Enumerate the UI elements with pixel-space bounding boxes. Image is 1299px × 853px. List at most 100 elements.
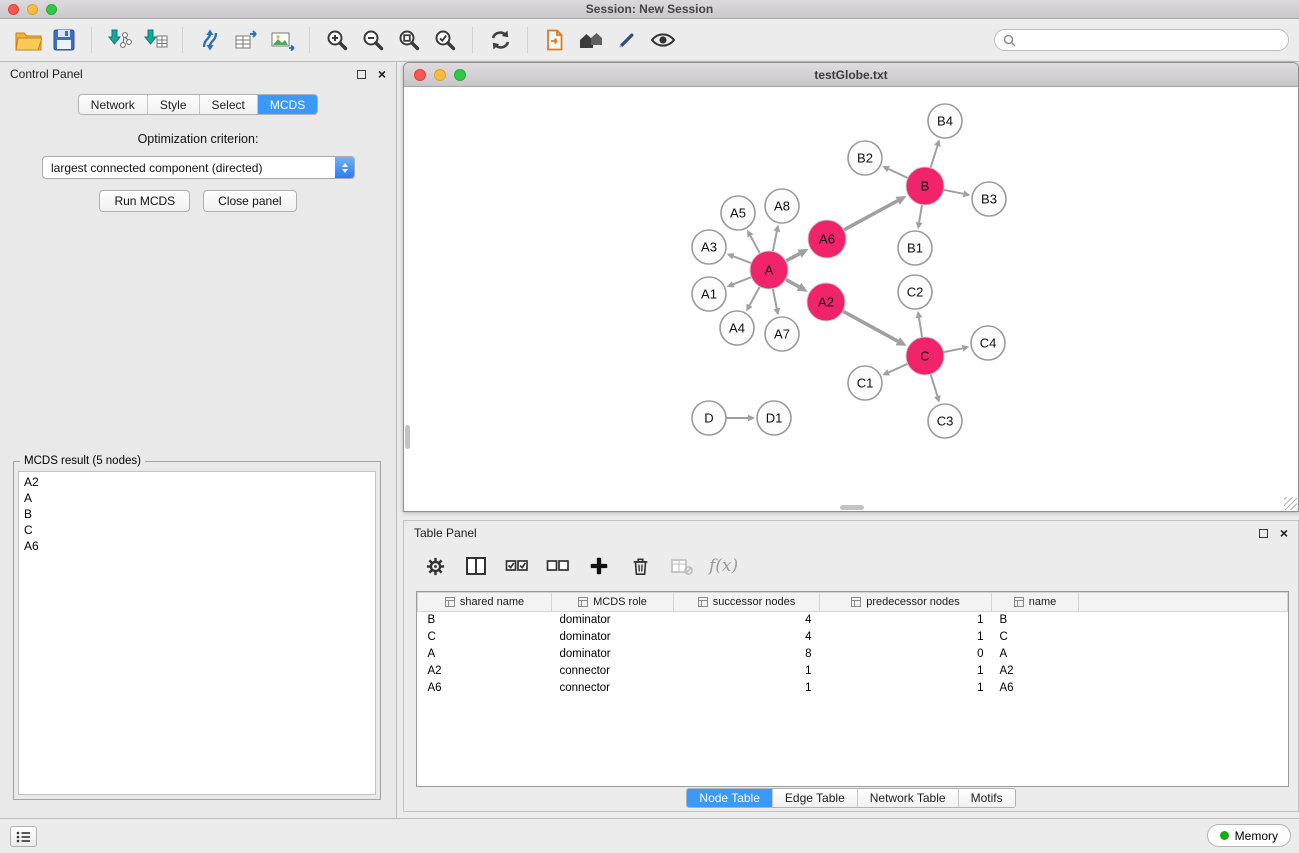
zoom-window-button[interactable] — [46, 4, 57, 15]
graph-node-B2[interactable]: B2 — [848, 141, 882, 175]
graph-edge-A-A4[interactable] — [750, 287, 760, 306]
graph-node-A5[interactable]: A5 — [721, 196, 755, 230]
graph-node-C[interactable]: C — [906, 337, 944, 375]
vertical-scrollbar-thumb[interactable] — [405, 425, 410, 449]
column-header[interactable]: name — [992, 593, 1079, 612]
close-table-panel-icon[interactable]: × — [1280, 526, 1288, 540]
duplicate-network-button[interactable] — [537, 22, 573, 58]
graph-edge-A6-B[interactable] — [844, 201, 898, 230]
mcds-result-item[interactable]: B — [19, 506, 375, 522]
graph-node-D[interactable]: D — [692, 401, 726, 435]
import-network-button[interactable] — [101, 22, 137, 58]
zoom-network-button[interactable] — [454, 69, 466, 81]
graph-edge-A-A6[interactable] — [786, 254, 800, 261]
memory-button[interactable]: Memory — [1207, 824, 1291, 847]
column-header[interactable]: shared name — [418, 593, 552, 612]
graph-node-B3[interactable]: B3 — [972, 182, 1006, 216]
graph-node-A3[interactable]: A3 — [692, 230, 726, 264]
mcds-result-item[interactable]: C — [19, 522, 375, 538]
tab-style[interactable]: Style — [148, 95, 200, 114]
zoom-out-button[interactable] — [355, 22, 391, 58]
network-overview-button[interactable] — [573, 22, 609, 58]
mcds-result-item[interactable]: A6 — [19, 538, 375, 554]
float-panel-icon[interactable] — [357, 70, 366, 79]
graph-edge-C-C1[interactable] — [889, 364, 908, 373]
zoom-in-button[interactable] — [319, 22, 355, 58]
table-row[interactable]: Cdominator41C — [418, 629, 1288, 646]
graph-edge-B-B3[interactable] — [944, 190, 964, 194]
column-header[interactable]: MCDS role — [552, 593, 674, 612]
table-row[interactable]: Adominator80A — [418, 646, 1288, 663]
graph-node-B4[interactable]: B4 — [928, 104, 962, 138]
unselect-all-columns-button[interactable] — [545, 553, 571, 579]
graph-edge-A-A3[interactable] — [733, 256, 751, 263]
search-field[interactable] — [994, 29, 1289, 51]
tab-node-table[interactable]: Node Table — [687, 789, 773, 807]
zoom-selected-button[interactable] — [427, 22, 463, 58]
graph-node-A6[interactable]: A6 — [808, 220, 846, 258]
run-mcds-button[interactable]: Run MCDS — [99, 190, 190, 212]
close-panel-icon[interactable]: × — [378, 67, 386, 81]
refresh-button[interactable] — [482, 22, 518, 58]
close-window-button[interactable] — [8, 4, 19, 15]
minimize-network-button[interactable] — [434, 69, 446, 81]
graph-node-C2[interactable]: C2 — [898, 275, 932, 309]
graph-node-A8[interactable]: A8 — [765, 189, 799, 223]
new-network-button[interactable] — [192, 22, 228, 58]
graph-edge-C-C3[interactable] — [931, 374, 938, 396]
table-row[interactable]: A2connector11A2 — [418, 663, 1288, 680]
graph-node-D1[interactable]: D1 — [757, 401, 791, 435]
criterion-dropdown[interactable]: largest connected component (directed) — [42, 156, 355, 179]
delete-column-button[interactable] — [627, 553, 653, 579]
graph-node-A[interactable]: A — [750, 251, 788, 289]
graph-node-A1[interactable]: A1 — [692, 277, 726, 311]
graph-edge-C-C4[interactable] — [944, 348, 963, 352]
table-row[interactable]: A6connector11A6 — [418, 680, 1288, 697]
tab-select[interactable]: Select — [200, 95, 258, 114]
mcds-result-list[interactable]: A2ABCA6 — [18, 471, 376, 795]
tab-mcds[interactable]: MCDS — [258, 95, 317, 114]
open-session-button[interactable] — [10, 22, 46, 58]
graph-edge-A-A1[interactable] — [733, 277, 751, 284]
resize-grip[interactable] — [1284, 497, 1297, 510]
horizontal-scrollbar-thumb[interactable] — [840, 505, 864, 510]
tab-edge-table[interactable]: Edge Table — [773, 789, 858, 807]
annotation-mode-button[interactable] — [609, 22, 645, 58]
export-table-button[interactable] — [228, 22, 264, 58]
save-session-button[interactable] — [46, 22, 82, 58]
table-settings-button[interactable] — [422, 553, 448, 579]
graph-edge-A-A7[interactable] — [773, 289, 777, 309]
network-canvas[interactable]: B4B2BB3A5A8A6A3B1AC2A1A2A4A7C4CC1DD1C3 — [404, 87, 1298, 511]
show-columns-button[interactable] — [463, 553, 489, 579]
graph-node-C4[interactable]: C4 — [971, 326, 1005, 360]
tab-network[interactable]: Network — [79, 95, 148, 114]
toggle-details-button[interactable] — [645, 22, 681, 58]
close-panel-button[interactable]: Close panel — [203, 190, 296, 212]
import-table-button[interactable] — [137, 22, 173, 58]
minimize-window-button[interactable] — [27, 4, 38, 15]
graph-edge-A-A5[interactable] — [750, 236, 760, 254]
graph-node-C1[interactable]: C1 — [848, 366, 882, 400]
mcds-result-item[interactable]: A — [19, 490, 375, 506]
graph-edge-C-C2[interactable] — [919, 318, 922, 338]
graph-node-A2[interactable]: A2 — [807, 283, 845, 321]
close-network-button[interactable] — [414, 69, 426, 81]
zoom-fit-button[interactable] — [391, 22, 427, 58]
tab-motifs[interactable]: Motifs — [959, 789, 1015, 807]
column-header[interactable]: successor nodes — [674, 593, 820, 612]
float-table-panel-icon[interactable] — [1259, 529, 1268, 538]
graph-edge-A-A8[interactable] — [773, 232, 777, 252]
graph-edge-A2-C[interactable] — [843, 311, 898, 341]
graph-node-B[interactable]: B — [906, 167, 944, 205]
column-header[interactable]: predecessor nodes — [820, 593, 992, 612]
graph-node-A7[interactable]: A7 — [765, 317, 799, 351]
graph-edge-B-B2[interactable] — [889, 169, 908, 178]
search-input[interactable] — [1021, 33, 1280, 47]
create-column-button[interactable] — [586, 553, 612, 579]
graph-edge-A-A2[interactable] — [786, 279, 799, 287]
graph-node-A4[interactable]: A4 — [720, 311, 754, 345]
mcds-result-item[interactable]: A2 — [19, 474, 375, 490]
task-history-button[interactable] — [10, 826, 37, 847]
table-row[interactable]: Bdominator41B — [418, 612, 1288, 629]
select-all-columns-button[interactable] — [504, 553, 530, 579]
